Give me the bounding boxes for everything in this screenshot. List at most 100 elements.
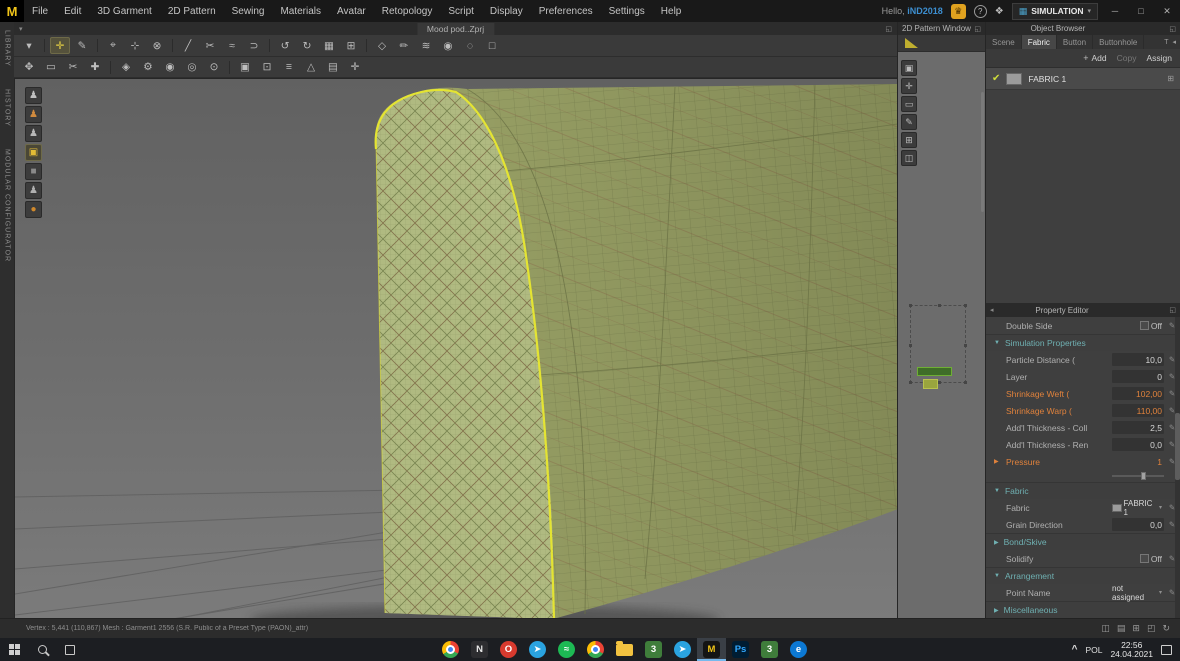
section-fabric[interactable]: ▼Fabric [986, 482, 1180, 499]
gizmo-icon[interactable]: ✛ [345, 59, 365, 76]
layers-icon[interactable]: ≡ [279, 59, 299, 76]
pin-icon[interactable]: ⊹ [125, 37, 145, 54]
trace-icon[interactable]: ◫ [901, 150, 917, 166]
float-panel-icon[interactable]: ◱ [1169, 25, 1176, 33]
transform-handle[interactable] [909, 381, 912, 384]
tab-fabric[interactable]: Fabric [1022, 35, 1057, 49]
pin-box-select-icon[interactable]: ⌖ [103, 37, 123, 54]
segment-sewing-icon[interactable]: ✂ [200, 37, 220, 54]
prop-value[interactable]: 10,0 [1112, 353, 1164, 366]
assign-button[interactable]: Assign [1146, 53, 1172, 63]
taskbar-photoshop[interactable]: Ps [726, 638, 755, 661]
task-view-button[interactable] [56, 638, 84, 661]
select-mesh-icon[interactable]: ◇ [372, 37, 392, 54]
free-sewing-icon[interactable]: ≈ [222, 37, 242, 54]
help-icon[interactable]: ? [974, 5, 987, 18]
tab-menu-icon[interactable]: ▾ [14, 25, 28, 33]
add-avatar-icon[interactable]: ✚ [85, 59, 105, 76]
float-panel-icon[interactable]: ◱ [974, 25, 981, 33]
show-texture-icon[interactable] [905, 38, 918, 48]
grid-mesh-icon[interactable]: ▦ [319, 37, 339, 54]
edit-curvature-icon[interactable]: ▭ [901, 96, 917, 112]
menu-materials[interactable]: Materials [272, 0, 329, 22]
menu-retopology[interactable]: Retopology [374, 0, 441, 22]
menu-help[interactable]: Help [653, 0, 690, 22]
wireframe-toggle-icon[interactable]: ◫ [1101, 623, 1110, 634]
menu-display[interactable]: Display [482, 0, 531, 22]
screen-layout-icon[interactable]: ◰ [1147, 623, 1156, 634]
transform-handle[interactable] [909, 344, 912, 347]
menu-script[interactable]: Script [440, 0, 482, 22]
taskbar-spotify[interactable]: ≈ [552, 638, 581, 661]
section-arrangement[interactable]: ▼Arrangement [986, 567, 1180, 584]
side-tab-modular-configurator[interactable]: MODULAR CONFIGURATOR [4, 149, 11, 262]
transform-handle[interactable] [964, 344, 967, 347]
pattern-strip-small[interactable] [923, 379, 938, 389]
close-button[interactable]: ✕ [1158, 0, 1176, 22]
orbit-tool-icon[interactable]: ⊙ [204, 59, 224, 76]
remove-pin-icon[interactable]: ⊗ [147, 37, 167, 54]
transform-handle[interactable] [938, 304, 941, 307]
prop-value[interactable]: 0 [1112, 370, 1164, 383]
taskbar-chrome[interactable] [436, 638, 465, 661]
taskbar-file-explorer[interactable] [610, 638, 639, 661]
menu-edit[interactable]: Edit [56, 0, 89, 22]
search-button[interactable] [28, 638, 56, 661]
texture-view-icon[interactable]: ▣ [235, 59, 255, 76]
prop-value[interactable]: Off [1112, 321, 1164, 331]
pattern-canvas[interactable]: ▣✛▭✎⊞◫ [898, 52, 985, 618]
side-tab-library[interactable]: LIBRARY [4, 30, 11, 67]
sync-icon[interactable]: ↻ [1162, 623, 1170, 634]
arrangement-points-icon[interactable]: ● [25, 201, 42, 218]
addons-icon[interactable]: ❖ [995, 6, 1004, 17]
section-simulation-properties[interactable]: ▼Simulation Properties [986, 334, 1180, 351]
minimize-button[interactable]: ─ [1106, 0, 1124, 22]
prop-value[interactable]: not assigned▾ [1112, 584, 1164, 602]
detach-sewing-icon[interactable]: ⊃ [244, 37, 264, 54]
prop-value[interactable]: Off [1112, 554, 1164, 564]
menu-preferences[interactable]: Preferences [531, 0, 601, 22]
target-tool-icon[interactable]: ◎ [182, 59, 202, 76]
pattern-scrollbar[interactable] [981, 92, 984, 212]
viewport-3d[interactable]: ♟♟♟▣■♟● [14, 78, 897, 618]
document-tab[interactable]: Mood pod..Zprj [417, 23, 494, 35]
prop-value[interactable]: 2,5 [1112, 421, 1164, 434]
copy-button[interactable]: Copy [1117, 53, 1137, 63]
taskbar-3ds-max[interactable]: 3 [639, 638, 668, 661]
taskbar-notepad[interactable]: N [465, 638, 494, 661]
fold-arrangement-icon[interactable]: ↺ [275, 37, 295, 54]
membership-badge-icon[interactable]: ♛ [951, 4, 966, 19]
taskbar-marvelous-designer[interactable]: M [697, 638, 726, 661]
brush-icon[interactable]: ✏ [394, 37, 414, 54]
menu-2d-pattern[interactable]: 2D Pattern [160, 0, 224, 22]
quad-mesh-icon[interactable]: ⊞ [341, 37, 361, 54]
history-dropdown-icon[interactable]: ▾ [19, 37, 39, 54]
tab-tool-icon[interactable]: T [1164, 39, 1168, 46]
section-miscellaneous[interactable]: ▶Miscellaneous [986, 601, 1180, 618]
wind-icon[interactable]: ↻ [297, 37, 317, 54]
transform-pattern-icon[interactable]: ▣ [901, 60, 917, 76]
property-scrollbar[interactable] [1175, 317, 1180, 618]
texture-toggle-icon[interactable]: ▤ [1117, 623, 1126, 634]
scissors-icon[interactable]: ✂ [63, 59, 83, 76]
tab-tools[interactable]: T◂ [1160, 35, 1180, 49]
button-tool-icon[interactable]: ◉ [438, 37, 458, 54]
fabric-list-item[interactable]: ✔ FABRIC 1 ⊞ [986, 68, 1180, 90]
prop-value[interactable]: 0,0 [1112, 518, 1164, 531]
show-dummy-icon[interactable]: ■ [25, 163, 42, 180]
prop-value[interactable]: FABRIC 1▾ [1112, 499, 1164, 517]
tray-expand-icon[interactable]: ^ [1072, 644, 1078, 655]
pen-tool-icon[interactable]: ✎ [901, 114, 917, 130]
tape-measure-icon[interactable]: ▭ [41, 59, 61, 76]
tab-button[interactable]: Button [1057, 35, 1093, 49]
settings-tool-icon[interactable]: ⚙ [138, 59, 158, 76]
collapse-panel-icon[interactable]: ◂ [990, 306, 994, 314]
prop-value[interactable]: 0,0 [1112, 438, 1164, 451]
pattern-3d-icon[interactable]: □ [482, 37, 502, 54]
menu-file[interactable]: File [24, 0, 56, 22]
prop-value[interactable]: 102,00 [1112, 387, 1164, 400]
grid-toggle-icon[interactable]: ⊞ [1132, 623, 1140, 634]
sphere-tool-icon[interactable]: ◉ [160, 59, 180, 76]
taskbar-edge[interactable]: e [784, 638, 813, 661]
show-garment-icon[interactable]: ▣ [25, 144, 42, 161]
